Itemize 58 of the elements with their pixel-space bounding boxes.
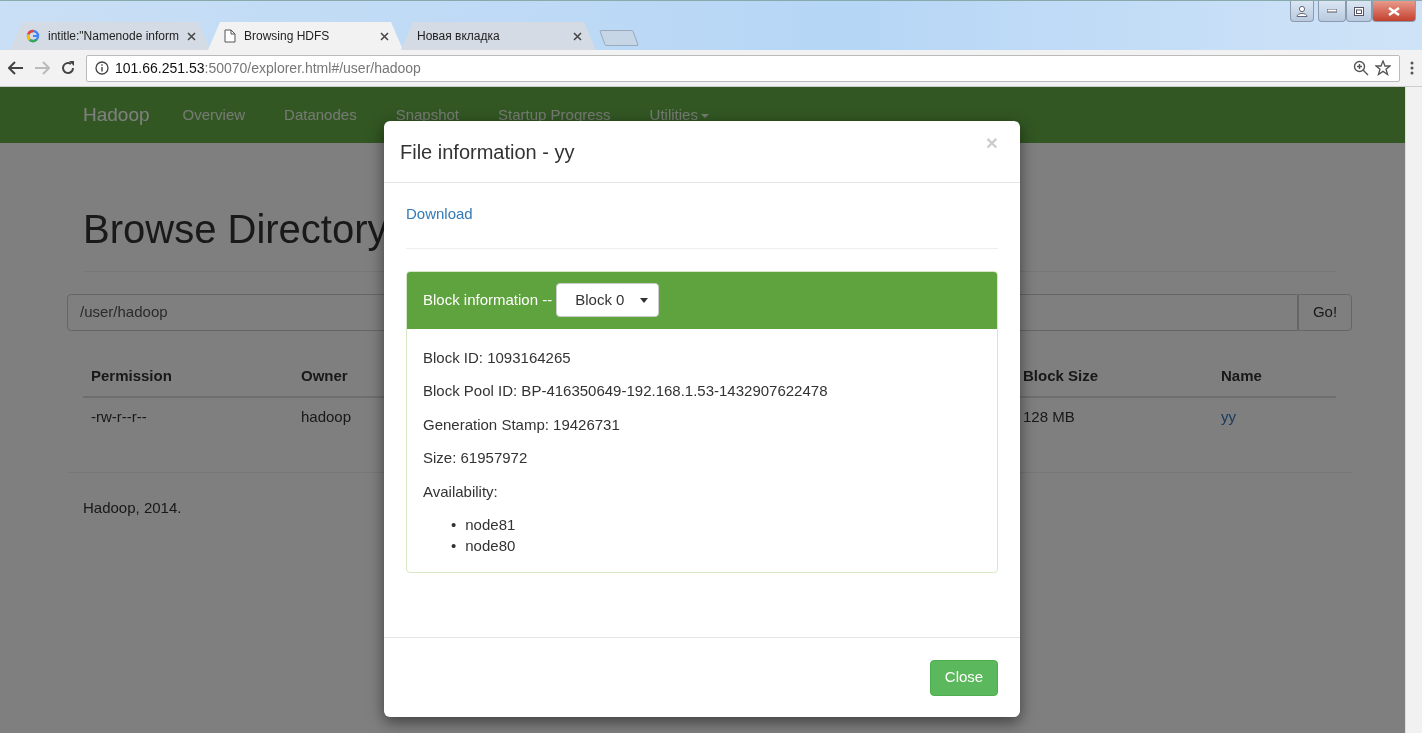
url-path: :50070/explorer.html#/user/hadoop [204, 58, 422, 78]
column-header: Block Size [1023, 367, 1099, 384]
profile-button[interactable] [1290, 1, 1314, 22]
menu-icon[interactable] [1410, 61, 1414, 75]
google-icon [26, 29, 40, 43]
info-icon [95, 61, 109, 75]
browser-tab[interactable]: Browsing HDFS [208, 22, 403, 50]
zoom-icon[interactable] [1353, 60, 1369, 76]
close-icon [1388, 6, 1400, 16]
column-header: Permission [91, 367, 172, 384]
scrollbar[interactable] [1405, 87, 1422, 733]
panel-title: Block information -- [423, 289, 553, 310]
caret-icon [640, 297, 649, 303]
list-item: node80 [465, 536, 516, 556]
page-icon [224, 29, 236, 43]
browser-tab[interactable]: intitle:"Namenode inform [10, 22, 210, 50]
nav-link[interactable]: Utilities [649, 103, 710, 127]
tab-title: intitle:"Namenode inform [48, 28, 179, 45]
table-cell: 128 MB [1023, 407, 1075, 425]
address-bar[interactable]: 101.66.251.53:50070/explorer.html#/user/hadoop [86, 54, 1400, 82]
reload-icon[interactable] [60, 60, 76, 76]
close-icon[interactable] [187, 31, 196, 41]
minimize-icon [1327, 9, 1337, 13]
list-bullet: • [451, 536, 457, 556]
nav-link[interactable]: Datanodes [284, 103, 357, 127]
info-text: Generation Stamp: 19426731 [423, 414, 621, 435]
info-text: Size: 61957972 [423, 448, 529, 468]
close-icon[interactable] [573, 31, 582, 41]
block-select[interactable]: Block 0 [556, 283, 660, 317]
info-text: Block ID: 1093164265 [423, 347, 572, 368]
nav-link[interactable]: Overview [182, 103, 246, 127]
browser-tab[interactable]: Новая вкладка [401, 22, 596, 50]
info-text: Block Pool ID: BP-416350649-192.168.1.53-1432907622478 [423, 381, 829, 401]
star-icon[interactable] [1375, 60, 1391, 76]
close-button[interactable]: Close [930, 659, 998, 696]
modal-title: File information - yy [400, 139, 575, 164]
back-icon[interactable] [8, 61, 24, 75]
list-bullet: • [451, 515, 457, 535]
info-text: Availability: [423, 481, 499, 502]
go-button[interactable]: Go! [1298, 294, 1352, 331]
tab-title: Browsing HDFS [244, 28, 331, 45]
file-link[interactable]: yy [1221, 407, 1236, 425]
brand-link[interactable]: Hadoop [83, 100, 150, 130]
footer-text: Hadoop, 2014. [83, 499, 182, 516]
tab-title: Новая вкладка [417, 28, 501, 45]
maximize-icon [1354, 6, 1364, 16]
table-cell: -rw-r--r-- [91, 407, 147, 425]
column-header: Name [1221, 367, 1262, 384]
maximize-button[interactable] [1346, 1, 1372, 22]
column-header: Owner [301, 367, 348, 384]
download-link[interactable]: Download [406, 205, 473, 222]
list-item: node81 [465, 515, 516, 535]
close-icon[interactable] [380, 31, 389, 41]
url-host: 101.66.251.53 [115, 58, 205, 78]
table-cell: hadoop [301, 407, 352, 425]
person-icon [1296, 5, 1308, 17]
close-button[interactable]: × [979, 131, 1004, 154]
close-button[interactable] [1372, 1, 1416, 22]
